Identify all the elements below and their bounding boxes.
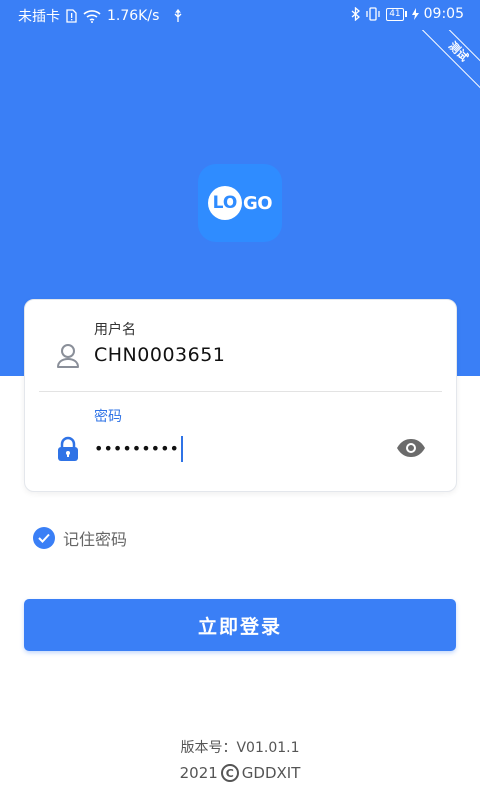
company-name: GDDXIT <box>241 764 301 782</box>
text-cursor <box>180 436 183 462</box>
wifi-icon <box>83 9 101 23</box>
remember-password-label: 记住密码 <box>63 530 128 549</box>
bluetooth-icon <box>351 7 361 21</box>
password-input[interactable]: ••••••••• <box>94 436 183 462</box>
logo-text: GO <box>242 192 273 214</box>
vibrate-icon <box>365 7 381 21</box>
charging-icon <box>411 8 419 20</box>
app-logo: LO GO <box>198 164 282 242</box>
login-card: 用户名 CHN0003651 密码 ••••••••• <box>24 299 457 492</box>
remember-password-checkbox[interactable]: 记住密码 <box>33 526 127 550</box>
login-button[interactable]: 立即登录 <box>24 599 456 651</box>
sim-alert-icon <box>66 9 77 23</box>
person-icon <box>56 343 80 373</box>
eye-icon[interactable] <box>396 438 426 462</box>
usb-icon <box>173 9 183 23</box>
password-label: 密码 <box>94 409 122 425</box>
battery-icon: 41 <box>386 7 407 21</box>
status-left: 未插卡 1.76K/s <box>18 6 183 26</box>
clock: 09:05 <box>423 6 464 22</box>
network-speed: 1.76K/s <box>107 8 160 24</box>
copyright-line: 2021 C GDDXIT <box>0 764 480 782</box>
carrier-text: 未插卡 <box>18 9 60 25</box>
battery-tip <box>404 11 407 17</box>
logo-circle: LO <box>207 186 242 220</box>
checkmark-icon <box>33 527 55 549</box>
copyright-year: 2021 <box>179 764 218 782</box>
username-label: 用户名 <box>94 322 136 338</box>
lock-icon <box>56 436 80 466</box>
status-right: 41 09:05 <box>351 6 464 22</box>
username-input[interactable]: CHN0003651 <box>94 344 225 366</box>
test-ribbon: 测试 <box>420 30 480 90</box>
battery-level: 41 <box>386 7 404 21</box>
field-divider <box>39 391 442 392</box>
logo-content: LO GO <box>207 186 273 220</box>
password-masked-text: ••••••••• <box>94 439 179 458</box>
version-text: 版本号：V01.01.1 <box>180 740 300 756</box>
copyright-icon: C <box>220 764 239 782</box>
test-ribbon-label: 测试 <box>420 30 480 90</box>
status-bar: 未插卡 1.76K/s 41 09:05 <box>0 0 480 30</box>
